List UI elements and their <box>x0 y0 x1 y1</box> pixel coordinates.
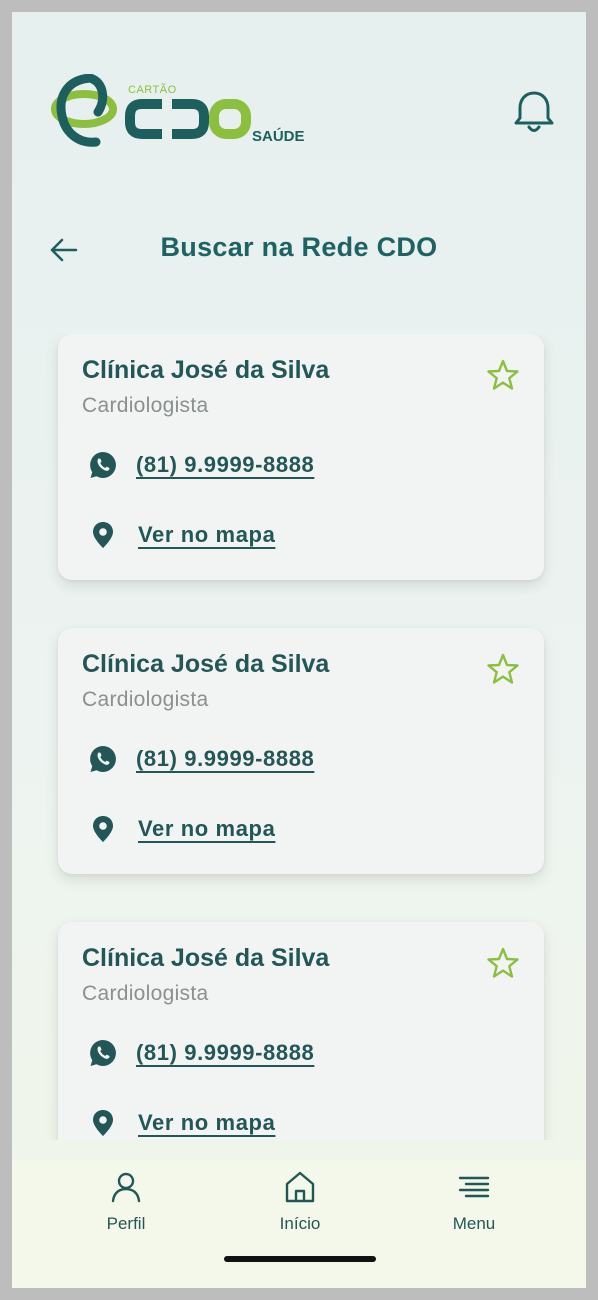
clinic-name: Clínica José da Silva <box>82 356 330 384</box>
map-pin-icon <box>88 814 118 844</box>
map-label[interactable]: Ver no mapa <box>138 522 275 548</box>
phone-number[interactable]: (81) 9.9999-8888 <box>136 1040 314 1066</box>
clinic-specialty: Cardiologista <box>82 688 209 711</box>
phone-number[interactable]: (81) 9.9999-8888 <box>136 746 314 772</box>
clinic-name: Clínica José da Silva <box>82 650 330 678</box>
star-icon[interactable] <box>486 946 520 980</box>
page-title: Buscar na Rede CDO <box>160 232 438 262</box>
header: CARTÃO SAÚDE <box>12 12 586 172</box>
result-card[interactable]: Clínica José da Silva Cardiologista (81)… <box>58 628 544 874</box>
map-label[interactable]: Ver no mapa <box>138 1110 275 1136</box>
tab-menu[interactable]: Menu <box>414 1170 534 1234</box>
svg-text:SAÚDE: SAÚDE <box>252 127 305 145</box>
map-link[interactable]: Ver no mapa <box>88 1108 275 1138</box>
home-indicator <box>224 1256 376 1262</box>
page-header: Buscar na Rede CDO <box>12 228 586 272</box>
map-link[interactable]: Ver no mapa <box>88 520 275 550</box>
result-card[interactable]: Clínica José da Silva Cardiologista (81)… <box>58 334 544 580</box>
map-link[interactable]: Ver no mapa <box>88 814 275 844</box>
tab-label: Menu <box>452 1214 496 1233</box>
results-list[interactable]: Clínica José da Silva Cardiologista (81)… <box>12 334 586 1140</box>
phone-number[interactable]: (81) 9.9999-8888 <box>136 452 314 478</box>
user-icon <box>111 1172 141 1203</box>
map-pin-icon <box>88 1108 118 1138</box>
brand-logo: CARTÃO SAÚDE <box>46 73 306 154</box>
menu-icon <box>458 1176 490 1198</box>
home-icon <box>285 1171 315 1203</box>
phone-link[interactable]: (81) 9.9999-8888 <box>88 450 314 480</box>
whatsapp-icon <box>88 744 118 774</box>
star-icon[interactable] <box>486 358 520 392</box>
clinic-specialty: Cardiologista <box>82 982 209 1005</box>
phone-link[interactable]: (81) 9.9999-8888 <box>88 1038 314 1068</box>
phone-link[interactable]: (81) 9.9999-8888 <box>88 744 314 774</box>
map-label[interactable]: Ver no mapa <box>138 816 275 842</box>
result-card[interactable]: Clínica José da Silva Cardiologista (81)… <box>58 922 544 1140</box>
tab-label: Perfil <box>106 1214 146 1233</box>
whatsapp-icon <box>88 450 118 480</box>
bottom-tab-bar: Perfil Início Menu <box>12 1160 586 1288</box>
tab-inicio[interactable]: Início <box>240 1170 360 1234</box>
app-screen: CARTÃO SAÚDE Buscar na Rede CDO Clínica … <box>12 12 586 1288</box>
tab-label: Início <box>279 1214 321 1233</box>
star-icon[interactable] <box>486 652 520 686</box>
tab-perfil[interactable]: Perfil <box>66 1170 186 1234</box>
clinic-name: Clínica José da Silva <box>82 944 330 972</box>
whatsapp-icon <box>88 1038 118 1068</box>
clinic-specialty: Cardiologista <box>82 394 209 417</box>
map-pin-icon <box>88 520 118 550</box>
bell-icon[interactable] <box>512 88 556 136</box>
svg-text:CARTÃO: CARTÃO <box>128 83 177 96</box>
